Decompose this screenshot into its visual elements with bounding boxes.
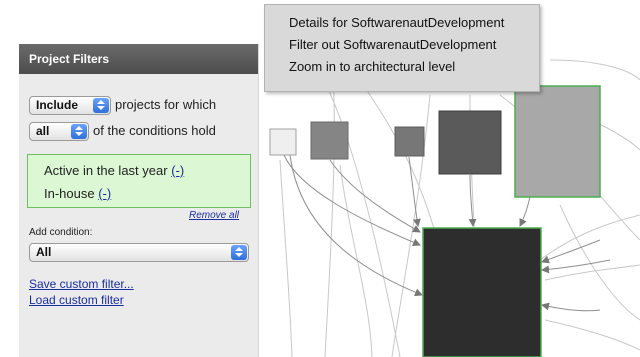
incoming-edge (289, 154, 423, 297)
load-custom-filter-link[interactable]: Load custom filter (29, 293, 124, 307)
select-arrows-icon (71, 124, 87, 139)
incoming-edge (408, 156, 421, 227)
condition-label: In-house (44, 186, 95, 201)
incoming-edge (541, 239, 601, 264)
quantifier-select[interactable]: all (29, 122, 89, 141)
quantifier-select-value: all (36, 124, 50, 138)
remove-all-link[interactable]: Remove all (189, 210, 239, 221)
menu-item-filter-out[interactable]: Filter out SoftwarenautDevelopment (289, 37, 496, 52)
incoming-edge (541, 259, 611, 274)
select-arrows-icon (93, 98, 109, 113)
condition-item: In-house (-) (44, 186, 111, 201)
conditions-list: Active in the last year (-) In-house (-) (27, 154, 251, 208)
condition-label: Active in the last year (44, 163, 168, 178)
panel-title: Project Filters (19, 44, 258, 74)
incoming-edge (519, 196, 531, 227)
selected-package-node[interactable] (422, 227, 542, 357)
package-node[interactable] (394, 126, 425, 157)
graph-edge (549, 59, 640, 81)
condition-item: Active in the last year (-) (44, 163, 184, 178)
add-condition-select[interactable]: All (29, 243, 249, 262)
add-condition-select-value: All (36, 245, 52, 259)
graph-edge (544, 264, 640, 281)
save-custom-filter-link[interactable]: Save custom filter... (29, 277, 134, 291)
graph-edge (279, 159, 293, 357)
graph-edge (339, 164, 373, 357)
include-select[interactable]: Include (29, 96, 111, 115)
remove-condition-link[interactable]: (-) (98, 186, 111, 201)
add-condition-label: Add condition: (29, 227, 93, 238)
quantifier-suffix-text: of the conditions hold (93, 123, 216, 138)
package-node[interactable] (438, 110, 502, 175)
package-node[interactable] (310, 121, 349, 160)
graph-edge (544, 319, 640, 351)
project-filters-panel: Project Filters Include projects for whi… (19, 44, 259, 357)
remove-condition-link[interactable]: (-) (171, 163, 184, 178)
select-arrows-icon (231, 245, 247, 260)
include-select-value: Include (36, 98, 79, 112)
include-suffix-text: projects for which (115, 97, 217, 112)
graph-edge (559, 204, 640, 321)
package-node[interactable] (514, 85, 601, 198)
menu-item-details[interactable]: Details for SoftwarenautDevelopment (289, 15, 504, 30)
incoming-edge (541, 302, 601, 312)
graph-edge (539, 214, 640, 261)
package-node[interactable] (269, 128, 297, 156)
context-menu: Details for SoftwarenautDevelopment Filt… (264, 4, 540, 92)
incoming-edge (329, 159, 421, 233)
menu-item-zoom-in[interactable]: Zoom in to architectural level (289, 59, 455, 74)
